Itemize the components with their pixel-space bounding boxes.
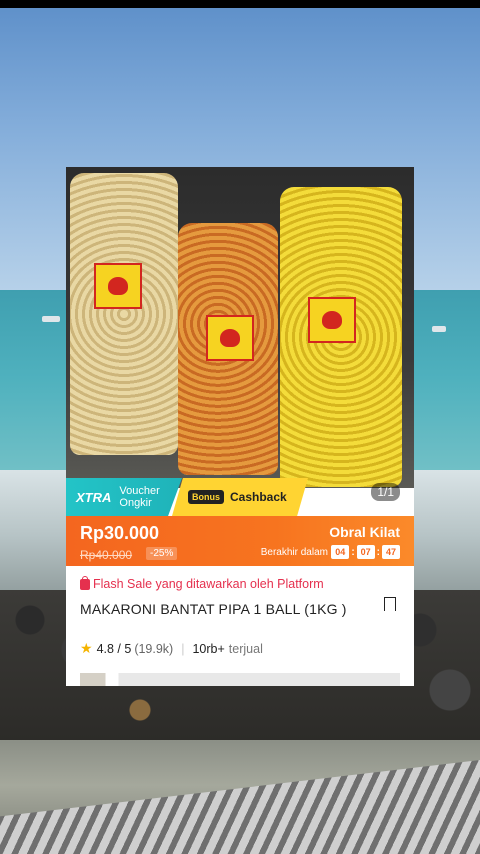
boat xyxy=(42,316,60,322)
flash-sale-note[interactable]: Flash Sale yang ditawarkan oleh Platform xyxy=(80,575,324,591)
sold-label: terjual xyxy=(228,641,263,656)
xtra-voucher-label: Voucher Ongkir xyxy=(119,485,160,509)
bonus-chip: Bonus xyxy=(188,490,224,504)
promo-bar[interactable]: XTRA Voucher Ongkir Bonus Cashback xyxy=(66,478,414,516)
flash-sale-strip[interactable]: Rp30.000 Rp40.000 -25% Obral Kilat Berak… xyxy=(66,516,414,566)
brand-label xyxy=(206,315,254,361)
brand-label xyxy=(308,297,356,343)
rating-count: (19.9k) xyxy=(134,641,174,656)
boat xyxy=(432,326,446,332)
timer-hours: 04 xyxy=(331,545,350,559)
ends-in-label: Berakhir dalam xyxy=(260,547,328,558)
divider: | xyxy=(181,641,185,656)
rating-value: 4.8 / 5 xyxy=(96,641,132,656)
sold-count: 10rb+ xyxy=(192,641,225,656)
xtra-voucher-ongkir-badge[interactable]: XTRA Voucher Ongkir xyxy=(66,478,182,516)
truncated-row xyxy=(80,673,400,686)
bonus-cashback-badge[interactable]: Bonus Cashback xyxy=(172,478,308,516)
star-icon: ★ xyxy=(80,640,93,656)
product-title: MAKARONI BANTAT PIPA 1 BALL (1KG ) xyxy=(80,601,347,617)
photo-counter: 1/1 xyxy=(371,483,400,501)
timer-minutes: 07 xyxy=(356,545,375,559)
macaroni-bag-plain xyxy=(70,173,178,455)
product-card[interactable]: 1/1 XTRA Voucher Ongkir Bonus Cashback R… xyxy=(66,167,414,686)
bookmark-icon[interactable] xyxy=(384,597,396,617)
rating-row[interactable]: ★ 4.8 / 5 (19.9k) | 10rb+ terjual xyxy=(80,640,263,657)
discount-badge: -25% xyxy=(146,547,178,560)
product-photo[interactable] xyxy=(66,167,414,488)
timer-seconds: 47 xyxy=(382,545,400,559)
cashback-label: Cashback xyxy=(230,490,287,504)
sale-price: Rp30.000 xyxy=(80,523,160,543)
countdown-timer: 04 : 07 : 47 xyxy=(331,545,400,559)
shopping-bag-icon xyxy=(80,575,90,590)
original-price: Rp40.000 xyxy=(80,548,133,562)
brand-label xyxy=(94,263,142,309)
xtra-brand: XTRA xyxy=(76,489,112,505)
flash-event-label: Obral Kilat xyxy=(329,524,400,540)
flash-sale-note-text: Flash Sale yang ditawarkan oleh Platform xyxy=(93,577,324,591)
top-bar xyxy=(0,0,480,8)
